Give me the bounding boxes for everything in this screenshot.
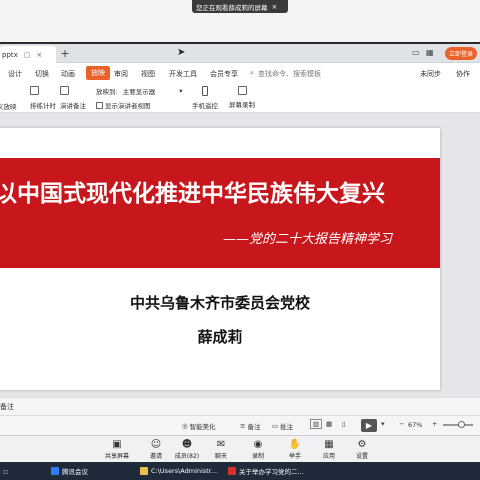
chat-button[interactable]: ✉ 聊天	[207, 437, 235, 461]
screen-share-notice: 您正在观看薛成莉的屏幕 ×	[192, 0, 288, 13]
raise-hand-button[interactable]: ✋ 举手	[281, 437, 309, 461]
zoom-level[interactable]: 67%	[408, 421, 422, 429]
notes-label: 备注	[0, 403, 14, 411]
slide-author: 薛成莉	[197, 328, 243, 346]
menu-developer[interactable]: 开发工具	[169, 69, 197, 79]
layout-icon[interactable]: ▭	[412, 48, 420, 57]
pin-icon[interactable]: ▢	[24, 51, 31, 59]
wps-icon	[228, 467, 236, 475]
invite-icon: ☺	[150, 438, 162, 450]
start-menu-icon[interactable]: ▫	[3, 462, 23, 480]
meeting-app-icon	[51, 467, 59, 475]
grid-icon[interactable]: ▦	[426, 48, 434, 57]
raise-hand-icon: ✋	[288, 438, 302, 450]
notes-toggle[interactable]: ≡ 备注	[240, 421, 260, 431]
close-icon[interactable]: ×	[272, 3, 278, 11]
play-slideshow-button[interactable]: ▶	[361, 419, 377, 432]
notes-toggle-icon: ≡	[240, 422, 246, 430]
slide-subtitle: ——党的二十大报告精神学习	[222, 232, 392, 247]
apps-button[interactable]: ▦ 应用	[315, 437, 343, 461]
menu-view[interactable]: 视图	[141, 69, 155, 79]
ribbon: 自定义放映 排练计时 演讲备注 放映到: 主要显示器 ▾ 显示演讲者视图 手机遥…	[0, 83, 480, 113]
menu-design[interactable]: 设计	[8, 69, 22, 79]
chat-icon: ✉	[216, 438, 226, 450]
zoom-out-button[interactable]: −	[399, 420, 404, 428]
menu-review[interactable]: 审阅	[114, 69, 128, 79]
settings-icon: ⚙	[357, 438, 367, 450]
screen-record-button[interactable]: 屏幕录制	[229, 86, 255, 109]
search-icon: ⌕	[250, 69, 254, 77]
sync-status[interactable]: 未同步	[420, 69, 441, 79]
rehearse-button[interactable]: 排练计时	[30, 86, 56, 110]
settings-button[interactable]: ⚙ 设置	[348, 437, 376, 461]
zoom-in-button[interactable]: +	[432, 420, 437, 428]
folder-icon	[140, 467, 148, 475]
taskbar-item-document[interactable]: 关于举办学习党的二...	[228, 462, 308, 480]
menu-animation[interactable]: 动画	[61, 69, 75, 79]
beautify-icon: ◎	[182, 422, 188, 430]
meeting-toolbar	[0, 435, 480, 462]
view-normal-icon[interactable]: ▥	[310, 419, 323, 429]
apps-icon: ▦	[324, 438, 334, 450]
collab-button[interactable]: 协作	[456, 69, 470, 79]
members-icon: ☻	[181, 438, 193, 450]
tab-bar	[0, 44, 480, 63]
share-screen-button[interactable]: ▣ 共享屏幕	[103, 437, 131, 461]
comments-toggle[interactable]: ▭ 批注	[272, 421, 293, 431]
timer-icon	[30, 86, 39, 95]
record-screen-icon	[237, 86, 247, 95]
phone-remote-button[interactable]: 手机遥控	[192, 86, 218, 110]
comment-icon: ▭	[272, 422, 279, 430]
close-tab-icon[interactable]: ×	[36, 51, 42, 59]
record-button[interactable]: ◉ 录制	[244, 437, 272, 461]
menu-bar: 设计 切换 动画 放映 审阅 视图 开发工具 会员专享 ⌕ 查找命令、搜索模板 …	[0, 63, 480, 83]
phone-icon	[202, 86, 208, 96]
taskbar-item-explorer[interactable]: C:\Users\Administr...	[140, 462, 224, 480]
checkbox-icon	[96, 101, 103, 109]
speaker-notes-button[interactable]: 演讲备注	[60, 86, 86, 110]
screen-share-notice-text: 您正在观看薛成莉的屏幕	[196, 3, 268, 12]
tab-document[interactable]: pptx ▢ ×	[0, 46, 56, 63]
status-bar: ◎ 智能美化 ≡ 备注 ▭ 批注 ▥ ▦ ▯ − 67% +	[0, 415, 480, 435]
menu-slideshow[interactable]: 放映	[86, 66, 110, 80]
search-command-input[interactable]: 查找命令、搜索模板	[258, 69, 321, 79]
presenter-view-checkbox[interactable]: 显示演讲者视图	[96, 100, 151, 110]
invite-button[interactable]: ☺ 邀请	[142, 437, 170, 461]
new-tab-button[interactable]: +	[59, 46, 71, 61]
notes-bar[interactable]: 备注	[0, 397, 480, 415]
slide-organization: 中共乌鲁木齐市委员会党校	[129, 294, 310, 312]
zoom-slider-handle[interactable]	[458, 421, 465, 428]
custom-play-button[interactable]: 自定义放映	[0, 101, 17, 111]
cursor-icon: ➤	[177, 47, 186, 58]
record-icon: ◉	[253, 438, 263, 450]
chevron-down-icon: ▾	[179, 87, 183, 95]
members-button[interactable]: ☻ 成员(82)	[173, 437, 201, 461]
share-screen-icon: ▣	[112, 438, 122, 450]
tab-document-label: pptx	[2, 50, 18, 59]
play-to-select[interactable]: 放映到: 主要显示器 ▾	[96, 86, 182, 96]
play-options-icon[interactable]: ▾	[381, 420, 385, 428]
view-reading-icon[interactable]: ▯	[342, 420, 346, 428]
beautify-button[interactable]: ◎ 智能美化	[182, 421, 216, 431]
slide-title: 以中国式现代化推进中华民族伟大复兴	[0, 180, 385, 207]
login-button[interactable]: 立即登录	[445, 47, 477, 60]
notes-icon	[60, 86, 69, 95]
view-sorter-icon[interactable]: ▦	[326, 420, 332, 428]
menu-member[interactable]: 会员专享	[210, 69, 238, 79]
menu-transition[interactable]: 切换	[35, 69, 49, 79]
taskbar-item-meeting[interactable]: 腾讯会议	[51, 462, 131, 480]
